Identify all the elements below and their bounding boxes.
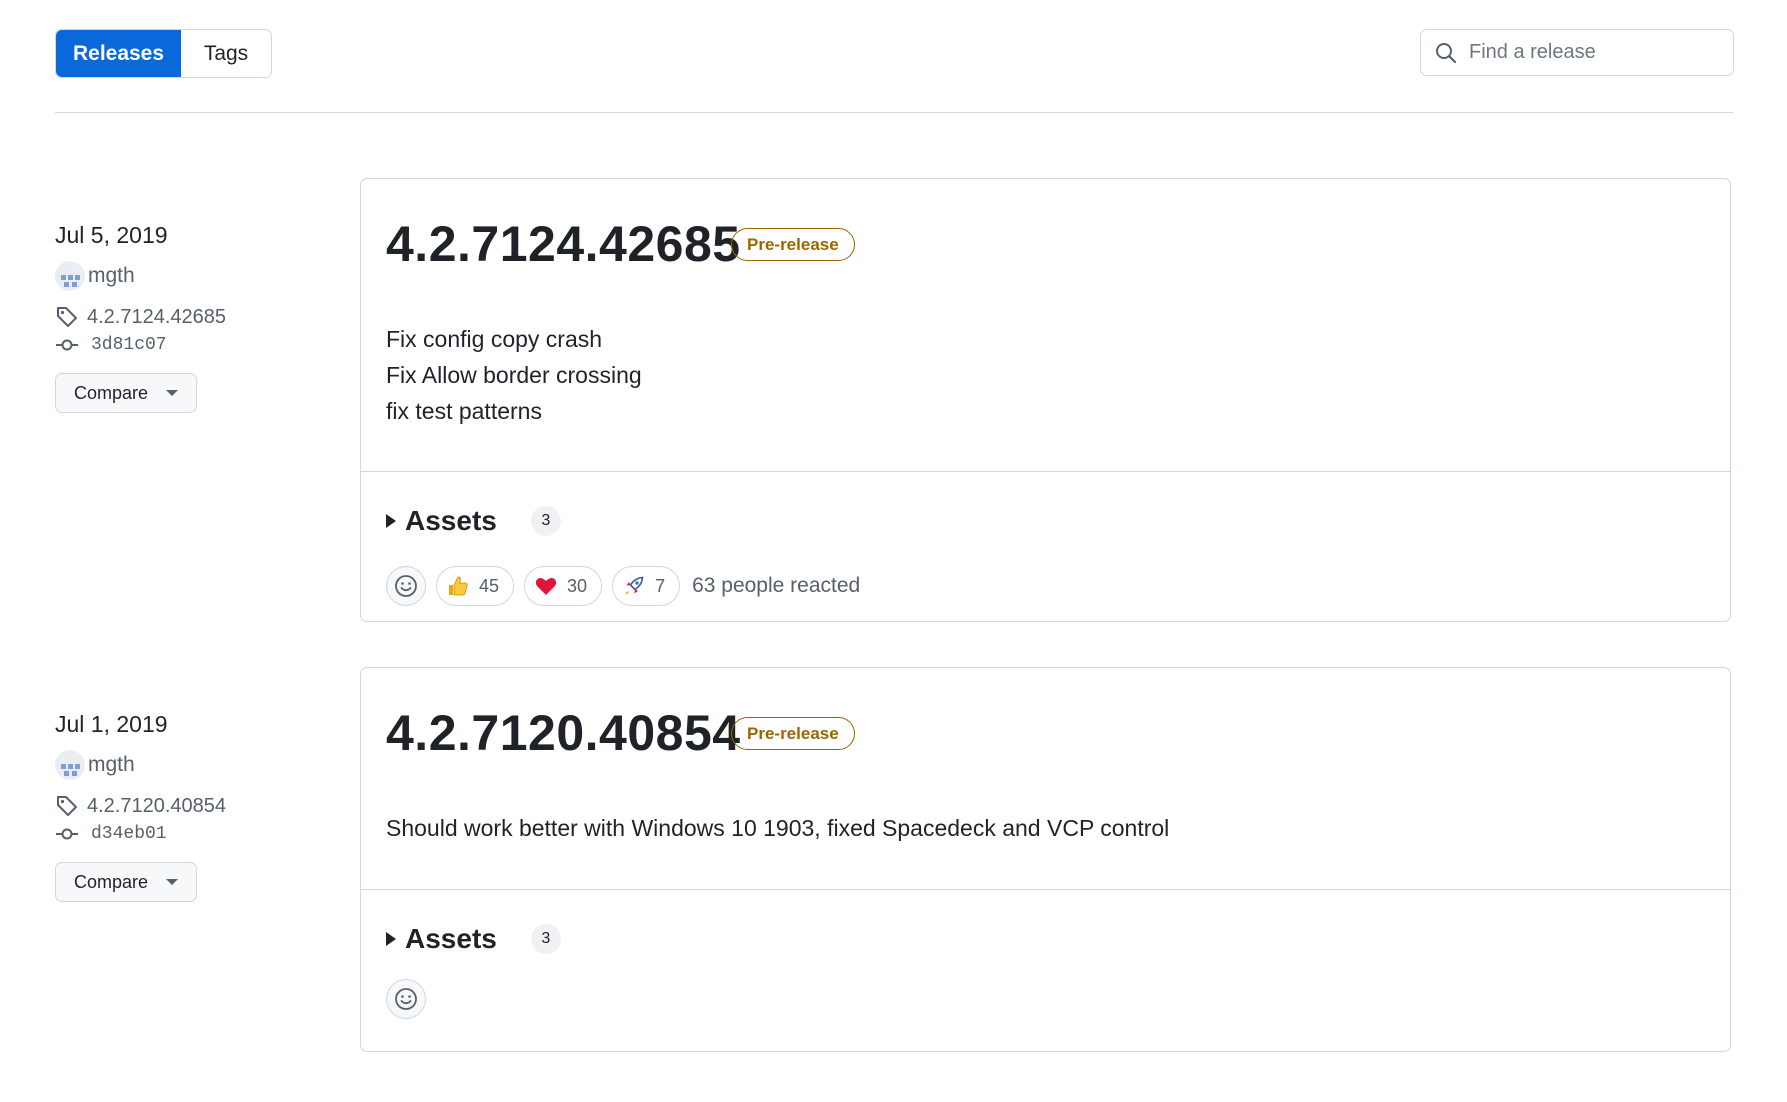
tag-link[interactable]: 4.2.7124.42685 (87, 306, 226, 329)
avatar[interactable] (55, 750, 85, 780)
assets-count-badge: 3 (530, 506, 561, 536)
search-icon (1436, 42, 1457, 63)
assets-toggle[interactable]: Assets 3 (386, 505, 561, 537)
release-note-line: Fix config copy crash (386, 326, 603, 352)
search-input[interactable] (1467, 40, 1721, 65)
release-tag-row: 4.2.7124.42685 (55, 305, 345, 329)
disclosure-triangle-icon (386, 932, 396, 946)
reaction-count: 45 (479, 575, 500, 596)
prerelease-badge: Pre-release (731, 228, 855, 261)
card-divider (361, 471, 1730, 472)
release-notes: Fix config copy crash Fix Allow border c… (386, 321, 642, 429)
reaction-count: 30 (567, 575, 588, 596)
release-date: Jul 1, 2019 (55, 711, 168, 737)
release-author-row: mgth (55, 261, 345, 291)
add-reaction-button[interactable] (386, 979, 426, 1019)
tag-link[interactable]: 4.2.7120.40854 (87, 795, 226, 818)
release-version-title[interactable]: 4.2.7120.40854 (386, 704, 741, 762)
commit-icon (56, 339, 78, 351)
releases-page: Releases Tags Jul 5, 2019 mgth 4.2.7124.… (0, 0, 1787, 1102)
releases-tags-tabs: Releases Tags (55, 29, 272, 78)
release-note-line: Should work better with Windows 10 1903,… (386, 815, 1170, 841)
reaction-rocket-button[interactable]: 7 (612, 566, 681, 606)
commit-link[interactable]: d34eb01 (91, 824, 167, 844)
card-divider (361, 889, 1730, 890)
reactions-summary: 63 people reacted (692, 574, 861, 597)
find-release-search[interactable] (1420, 29, 1734, 76)
release-tag-row: 4.2.7120.40854 (55, 794, 345, 818)
header-divider (55, 112, 1733, 113)
disclosure-triangle-icon (386, 514, 396, 528)
author-link[interactable]: mgth (88, 264, 135, 288)
assets-count-badge: 3 (530, 924, 561, 954)
add-reaction-button[interactable] (386, 566, 426, 606)
release-version-title[interactable]: 4.2.7124.42685 (386, 215, 741, 273)
tag-icon (57, 796, 77, 816)
smiley-icon (395, 575, 417, 597)
reactions-bar: 45 30 7 63 people reacted (386, 566, 860, 606)
compare-button[interactable]: Compare (55, 373, 198, 413)
release-notes: Should work better with Windows 10 1903,… (386, 810, 1169, 846)
assets-label: Assets (405, 505, 497, 536)
release-card-1: 4.2.7124.42685 Pre-release Fix config co… (360, 178, 1731, 622)
reaction-thumbs-up-button[interactable]: 45 (436, 566, 515, 606)
heart-icon (535, 578, 557, 595)
release-meta-1: Jul 5, 2019 mgth 4.2.7124.42685 3d81c07 (55, 222, 345, 413)
assets-toggle[interactable]: Assets 3 (386, 923, 561, 955)
commit-link[interactable]: 3d81c07 (91, 335, 167, 355)
rocket-icon (625, 576, 644, 595)
release-note-line: Fix Allow border crossing (386, 362, 642, 388)
tab-tags[interactable]: Tags (181, 30, 271, 77)
release-date: Jul 5, 2019 (55, 222, 168, 248)
release-card-2: 4.2.7120.40854 Pre-release Should work b… (360, 667, 1731, 1052)
chevron-down-icon (166, 390, 179, 396)
release-author-row: mgth (55, 750, 345, 780)
compare-button[interactable]: Compare (55, 862, 198, 902)
reaction-heart-button[interactable]: 30 (524, 566, 603, 606)
chevron-down-icon (166, 879, 179, 885)
smiley-icon (395, 988, 417, 1010)
release-note-line: fix test patterns (386, 398, 542, 424)
release-commit-row: d34eb01 (55, 824, 345, 844)
compare-label: Compare (74, 382, 149, 403)
tab-releases[interactable]: Releases (56, 30, 181, 77)
author-link[interactable]: mgth (88, 753, 135, 777)
release-commit-row: 3d81c07 (55, 335, 345, 355)
commit-icon (56, 828, 78, 840)
compare-label: Compare (74, 871, 149, 892)
assets-label: Assets (405, 923, 497, 954)
avatar[interactable] (55, 261, 85, 291)
thumbs-up-icon (449, 576, 468, 596)
reactions-bar (386, 979, 436, 1019)
reaction-count: 7 (655, 575, 666, 596)
release-meta-2: Jul 1, 2019 mgth 4.2.7120.40854 d34eb01 (55, 711, 345, 902)
prerelease-badge: Pre-release (731, 717, 855, 750)
tag-icon (57, 307, 77, 327)
